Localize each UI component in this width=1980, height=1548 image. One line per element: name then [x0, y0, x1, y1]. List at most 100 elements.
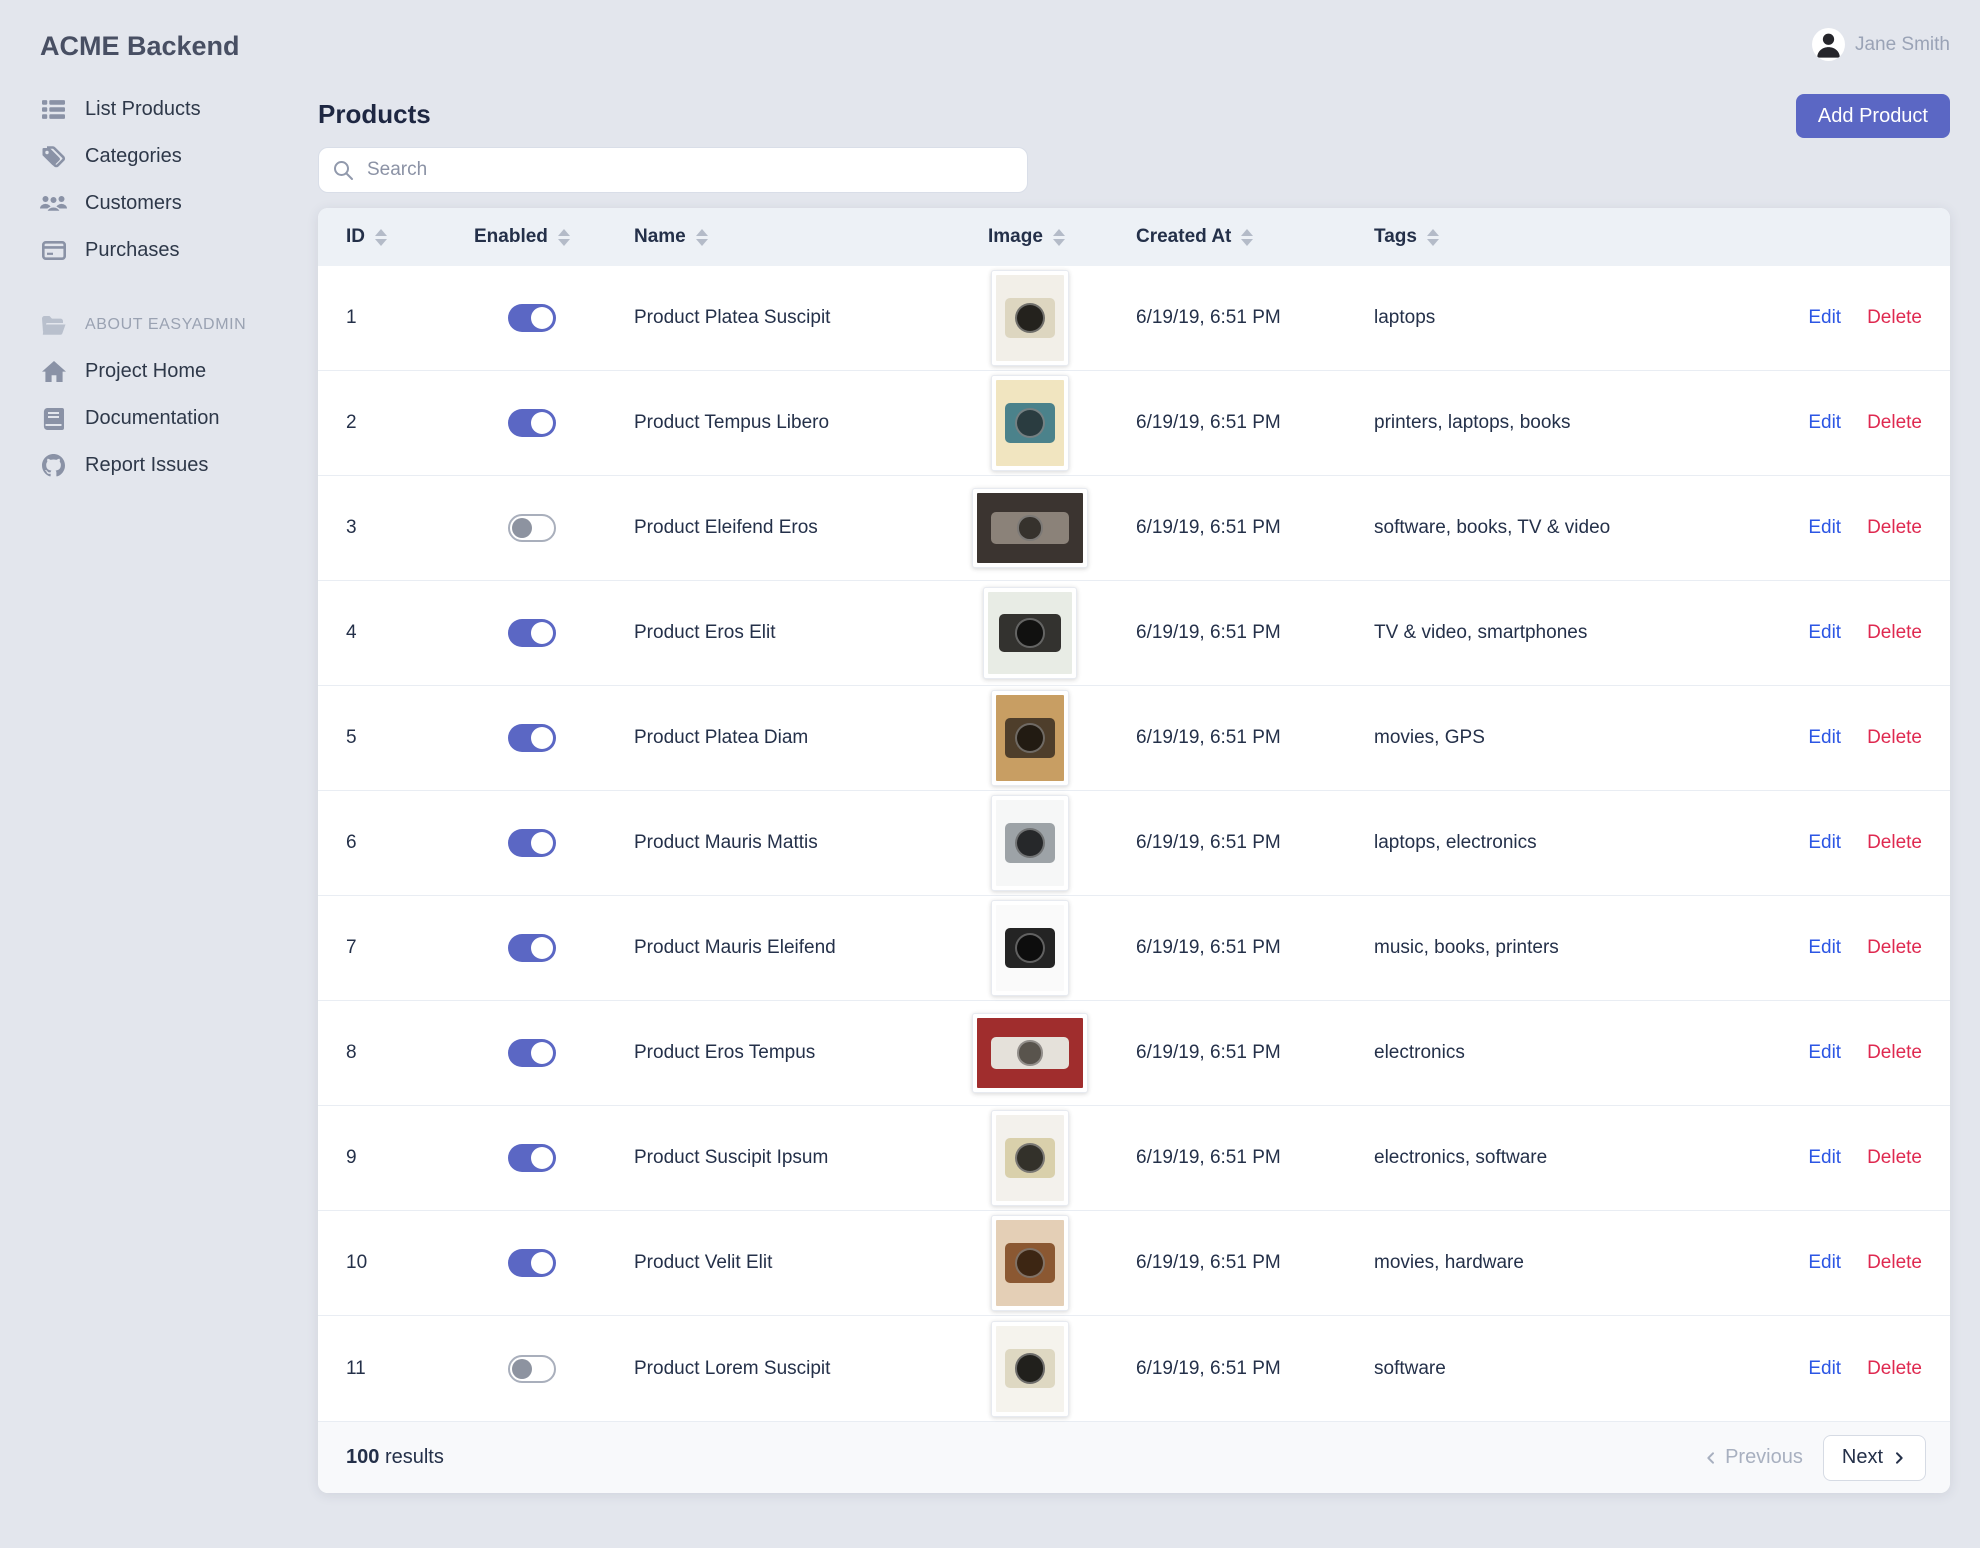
edit-link[interactable]: Edit — [1808, 1042, 1841, 1064]
product-image[interactable] — [972, 1013, 1088, 1093]
product-image[interactable] — [991, 1215, 1069, 1311]
product-name: Product Platea Suscipit — [634, 307, 831, 328]
product-image[interactable] — [983, 587, 1077, 679]
sidebar-item-purchases[interactable]: Purchases — [40, 227, 300, 274]
column-header-id[interactable]: ID — [346, 226, 474, 248]
delete-link[interactable]: Delete — [1867, 412, 1922, 434]
row-id: 1 — [346, 307, 357, 328]
delete-link[interactable]: Delete — [1867, 937, 1922, 959]
edit-link[interactable]: Edit — [1808, 1358, 1841, 1380]
enabled-toggle[interactable] — [508, 514, 556, 542]
enabled-toggle[interactable] — [508, 1144, 556, 1172]
delete-link[interactable]: Delete — [1867, 622, 1922, 644]
add-product-button[interactable]: Add Product — [1795, 94, 1950, 138]
tags: music, books, printers — [1374, 937, 1559, 958]
table-row: 6 Product Mauris Mattis 6/19/19, 6:51 PM… — [318, 791, 1950, 896]
edit-link[interactable]: Edit — [1808, 1147, 1841, 1169]
delete-link[interactable]: Delete — [1867, 727, 1922, 749]
edit-link[interactable]: Edit — [1808, 412, 1841, 434]
tags: electronics, software — [1374, 1147, 1548, 1168]
sort-icon — [557, 228, 570, 246]
row-id: 4 — [346, 622, 357, 643]
sidebar-nav: List Products Categories Customers Purch… — [40, 86, 300, 489]
toggle-knob — [531, 832, 553, 854]
delete-link[interactable]: Delete — [1867, 307, 1922, 329]
toggle-knob — [531, 307, 553, 329]
delete-link[interactable]: Delete — [1867, 517, 1922, 539]
row-id: 3 — [346, 517, 357, 538]
column-header-image[interactable]: Image — [988, 226, 1136, 248]
edit-link[interactable]: Edit — [1808, 622, 1841, 644]
product-image[interactable] — [991, 1320, 1069, 1417]
enabled-toggle[interactable] — [508, 1039, 556, 1067]
product-image[interactable] — [991, 900, 1069, 996]
sidebar-item-label: Customers — [85, 192, 182, 214]
column-header-created-at[interactable]: Created At — [1136, 226, 1374, 248]
edit-link[interactable]: Edit — [1808, 517, 1841, 539]
table-header: ID Enabled Name Image Created At Tags — [318, 208, 1950, 266]
search-input[interactable] — [318, 147, 1028, 193]
row-id: 10 — [346, 1252, 368, 1273]
product-image[interactable] — [991, 375, 1069, 471]
edit-link[interactable]: Edit — [1808, 1252, 1841, 1274]
table-row: 3 Product Eleifend Eros 6/19/19, 6:51 PM… — [318, 476, 1950, 581]
table-row: 11 Product Lorem Suscipit 6/19/19, 6:51 … — [318, 1316, 1950, 1421]
sidebar-item-project-home[interactable]: Project Home — [40, 348, 300, 395]
product-name: Product Suscipit Ipsum — [634, 1147, 829, 1168]
product-name: Product Platea Diam — [634, 727, 809, 748]
page-title: Products — [318, 99, 431, 129]
enabled-toggle[interactable] — [508, 304, 556, 332]
app-logo[interactable]: ACME Backend — [40, 30, 300, 62]
table-row: 5 Product Platea Diam 6/19/19, 6:51 PM m… — [318, 686, 1950, 791]
sidebar-item-report-issues[interactable]: Report Issues — [40, 442, 300, 489]
camera-photo-placeholder — [996, 905, 1064, 991]
next-page-button[interactable]: Next — [1822, 1434, 1926, 1481]
toggle-knob — [531, 1147, 553, 1169]
tags: printers, laptops, books — [1374, 412, 1571, 433]
enabled-toggle[interactable] — [508, 409, 556, 437]
sort-icon — [1052, 228, 1065, 246]
edit-link[interactable]: Edit — [1808, 937, 1841, 959]
camera-photo-placeholder — [977, 493, 1083, 563]
column-header-enabled[interactable]: Enabled — [474, 226, 634, 248]
product-image[interactable] — [991, 690, 1069, 786]
product-image[interactable] — [991, 270, 1069, 366]
sidebar-item-customers[interactable]: Customers — [40, 180, 300, 227]
delete-link[interactable]: Delete — [1867, 1042, 1922, 1064]
product-image[interactable] — [991, 1110, 1069, 1206]
delete-link[interactable]: Delete — [1867, 1147, 1922, 1169]
product-image[interactable] — [972, 488, 1088, 568]
previous-page-button[interactable]: Previous — [1703, 1446, 1803, 1469]
column-header-name[interactable]: Name — [634, 226, 988, 248]
enabled-toggle[interactable] — [508, 829, 556, 857]
row-id: 5 — [346, 727, 357, 748]
enabled-toggle[interactable] — [508, 1249, 556, 1277]
table-row: 1 Product Platea Suscipit 6/19/19, 6:51 … — [318, 266, 1950, 371]
product-name: Product Eros Elit — [634, 622, 776, 643]
edit-link[interactable]: Edit — [1808, 307, 1841, 329]
sidebar-item-documentation[interactable]: Documentation — [40, 395, 300, 442]
enabled-toggle[interactable] — [508, 724, 556, 752]
row-id: 11 — [346, 1357, 366, 1379]
sidebar-item-label: List Products — [85, 98, 201, 120]
product-name: Product Eleifend Eros — [634, 517, 818, 538]
table-row: 4 Product Eros Elit 6/19/19, 6:51 PM TV … — [318, 581, 1950, 686]
delete-link[interactable]: Delete — [1867, 1358, 1922, 1380]
enabled-toggle[interactable] — [508, 1354, 556, 1383]
delete-link[interactable]: Delete — [1867, 832, 1922, 854]
product-image[interactable] — [991, 795, 1069, 891]
sidebar-item-categories[interactable]: Categories — [40, 133, 300, 180]
toggle-knob — [531, 412, 553, 434]
enabled-toggle[interactable] — [508, 619, 556, 647]
user-menu[interactable]: Jane Smith — [1811, 28, 1950, 61]
edit-link[interactable]: Edit — [1808, 727, 1841, 749]
edit-link[interactable]: Edit — [1808, 832, 1841, 854]
column-header-tags[interactable]: Tags — [1374, 226, 1806, 248]
enabled-toggle[interactable] — [508, 934, 556, 962]
sidebar-item-list-products[interactable]: List Products — [40, 86, 300, 133]
delete-link[interactable]: Delete — [1867, 1252, 1922, 1274]
tags: software, books, TV & video — [1374, 517, 1611, 538]
tags: software — [1374, 1357, 1446, 1379]
product-name: Product Mauris Mattis — [634, 832, 818, 853]
sort-icon — [1426, 228, 1439, 246]
